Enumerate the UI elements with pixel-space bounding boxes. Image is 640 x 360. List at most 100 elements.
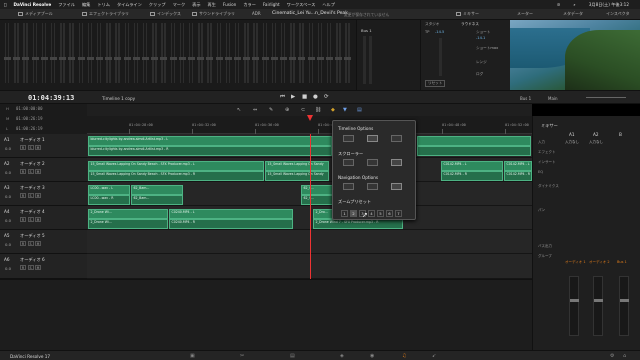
timeline-options-icon[interactable]: ▤	[357, 107, 362, 113]
meter-knob[interactable]	[105, 57, 113, 60]
track-volume[interactable]: 0.0	[5, 194, 11, 199]
solo-button[interactable]: S	[27, 241, 34, 246]
audio-clip[interactable]: C0142.MP4 - L	[441, 161, 503, 171]
meter-knob[interactable]	[114, 57, 122, 60]
audio-clip[interactable]: C0142.MP4 - R	[441, 171, 503, 181]
flag-icon[interactable]: ▼	[343, 107, 347, 113]
color-page-icon[interactable]: ◉	[370, 353, 374, 359]
scroller-option-1[interactable]	[343, 159, 354, 166]
record-arm-button[interactable]: R	[20, 193, 26, 198]
solo-button[interactable]: S	[27, 265, 34, 270]
menu-edit[interactable]: 編集	[82, 2, 90, 8]
meter-knob[interactable]	[206, 57, 214, 60]
navigation-option-3[interactable]	[391, 183, 402, 190]
record-icon[interactable]: ●	[313, 94, 318, 100]
audio-clip[interactable]: 2_Drone Wi...	[88, 209, 168, 219]
track-volume[interactable]: 0.0	[5, 146, 11, 151]
track-name[interactable]: オーディオ 3	[20, 185, 45, 191]
mute-button[interactable]: M	[35, 265, 41, 270]
timeline-view-option-1[interactable]	[343, 135, 354, 142]
zoom-preset-6[interactable]: 6	[386, 210, 393, 217]
track-volume[interactable]: 0.0	[5, 242, 11, 247]
meter-knob[interactable]	[40, 57, 48, 60]
meters-button[interactable]: メーター	[517, 11, 533, 17]
zoom-preset-5[interactable]: 5	[377, 210, 384, 217]
zoom-preset-2[interactable]: 2	[350, 210, 357, 217]
menu-workspace[interactable]: ワークスペース	[287, 2, 316, 8]
track-header-a2[interactable]: A2 オーディオ 2 0.0 RSM	[0, 158, 87, 182]
play-icon[interactable]: ▶	[291, 94, 295, 100]
zoom-preset-1[interactable]: 1	[341, 210, 348, 217]
record-arm-button[interactable]: R	[20, 241, 26, 246]
sound-library-button[interactable]: サウンドライブラリ	[192, 11, 235, 17]
mute-button[interactable]: M	[35, 217, 41, 222]
snap-icon[interactable]: ⊂	[301, 107, 305, 113]
pointer-tool-icon[interactable]: ↖	[237, 107, 241, 113]
scroller-option-2[interactable]	[367, 159, 378, 166]
audio-clip[interactable]: LC00...wav - R	[88, 195, 130, 205]
edit-tool-icon[interactable]: ✎	[269, 107, 273, 113]
rewind-icon[interactable]: ⏮	[280, 94, 285, 101]
zoom-preset-7[interactable]: 7	[395, 210, 402, 217]
audio-clip[interactable]: C0240.MP4 - L	[169, 209, 293, 219]
cut-page-icon[interactable]: ✂	[240, 353, 244, 359]
audio-clip[interactable]: 2_Drone Wind 7 - SFX Producer.mp3 - R	[313, 219, 403, 229]
audio-clip[interactable]: blurred-citylights by-andrea-simdi-Artli…	[88, 136, 332, 146]
fader-a1-cap[interactable]	[570, 299, 579, 302]
track-header-a4[interactable]: A4 オーディオ 4 0.0 RSM	[0, 206, 87, 230]
loudness-reset-button[interactable]: リセット	[425, 80, 446, 87]
meter-knob[interactable]	[298, 57, 306, 60]
solo-button[interactable]: S	[27, 169, 34, 174]
meter-knob[interactable]	[169, 57, 177, 60]
solo-button[interactable]: S	[27, 217, 34, 222]
track-name[interactable]: オーディオ 6	[20, 257, 45, 263]
zoom-preset-4[interactable]: 4	[368, 210, 375, 217]
mixer-channel-name-a1[interactable]: オーディオ 1	[565, 260, 586, 265]
mute-button[interactable]: M	[35, 193, 41, 198]
meter-knob[interactable]	[178, 57, 186, 60]
meter-knob[interactable]	[160, 57, 168, 60]
mixer-channel-name-a2[interactable]: オーディオ 2	[589, 260, 610, 265]
fusion-page-icon[interactable]: ◈	[340, 353, 344, 359]
mixer-button[interactable]: ミキサー	[456, 11, 479, 17]
menu-playback[interactable]: 再生	[208, 2, 216, 8]
link-icon[interactable]: ⛓	[315, 107, 321, 113]
audio-clip[interactable]: 15_Small Waves Lapping On Sandy Beach - …	[88, 171, 264, 181]
app-menu[interactable]: DaVinci Resolve	[14, 2, 52, 7]
audio-clip[interactable]: blurred-citylights by-andrea-simdi-Artli…	[88, 146, 332, 156]
menu-color[interactable]: カラー	[243, 2, 256, 8]
meter-knob[interactable]	[59, 57, 67, 60]
track-volume[interactable]: 0.0	[5, 170, 11, 175]
menu-mark[interactable]: マーク	[173, 2, 186, 8]
meter-knob[interactable]	[132, 57, 140, 60]
home-icon[interactable]: ⌂	[623, 353, 626, 359]
scroller-option-3[interactable]	[391, 159, 402, 166]
meter-knob[interactable]	[261, 57, 269, 60]
record-arm-button[interactable]: R	[20, 265, 26, 270]
loop-icon[interactable]: ⟳	[324, 94, 329, 100]
menu-timeline[interactable]: タイムライン	[117, 2, 142, 8]
deliver-page-icon[interactable]: ➹	[432, 353, 436, 359]
meter-knob[interactable]	[224, 57, 232, 60]
audio-clip[interactable]: 62_S...	[301, 185, 333, 195]
audio-clip[interactable]	[417, 146, 531, 156]
menu-fairlight[interactable]: Fairlight	[263, 2, 280, 7]
track-header-a5[interactable]: A5 オーディオ 5 0.0 RSM	[0, 230, 87, 254]
fader-a1[interactable]	[569, 276, 579, 336]
meter-knob[interactable]	[151, 57, 159, 60]
main-output-selector[interactable]: Main	[548, 96, 558, 101]
track-name[interactable]: オーディオ 5	[20, 233, 45, 239]
audio-clip[interactable]: 62_Bam...	[131, 185, 183, 195]
audio-clip[interactable]: C0240.MP4 - R	[169, 219, 293, 229]
audio-clip[interactable]: 15_Small Waves Lapping On Sandy	[265, 171, 329, 181]
meter-knob[interactable]	[31, 57, 39, 60]
range-tool-icon[interactable]: ⇔	[253, 107, 257, 113]
track-name[interactable]: オーディオ 1	[20, 137, 45, 143]
record-arm-button[interactable]: R	[20, 169, 26, 174]
meter-knob[interactable]	[344, 57, 352, 60]
mixer-input-a1[interactable]: 入力なし	[565, 140, 579, 145]
meter-knob[interactable]	[197, 57, 205, 60]
record-arm-button[interactable]: R	[20, 217, 26, 222]
mute-button[interactable]: M	[35, 145, 41, 150]
menu-help[interactable]: ヘルプ	[322, 2, 335, 8]
